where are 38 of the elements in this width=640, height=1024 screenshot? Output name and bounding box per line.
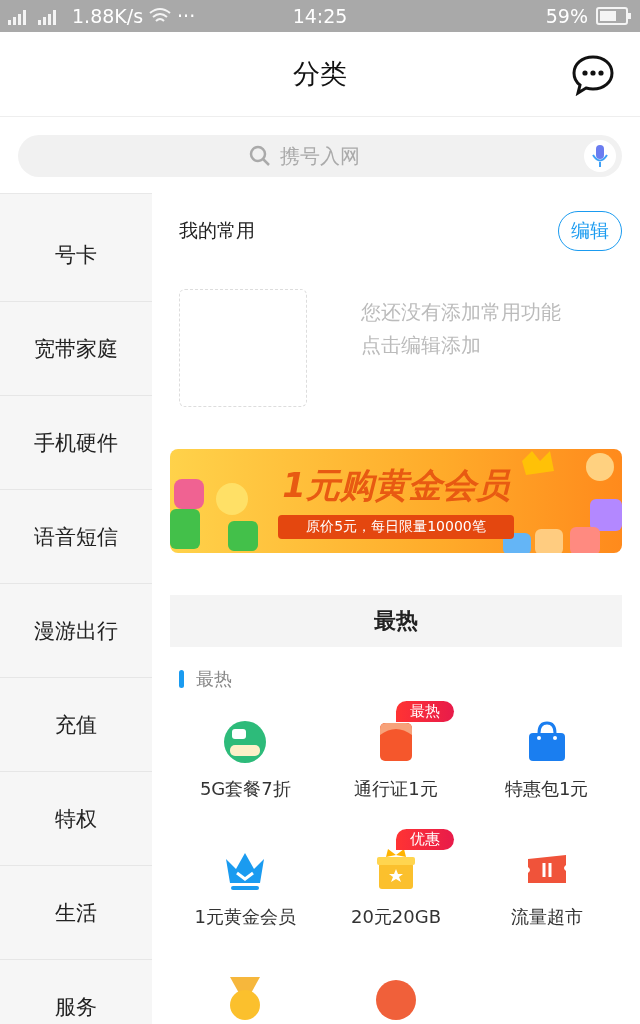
network-speed: 1.88K/s xyxy=(72,5,144,27)
service-item[interactable]: 流量超市 xyxy=(471,829,622,929)
clock-time: 14:25 xyxy=(292,5,348,27)
sidebar-item[interactable]: 漫游出行 xyxy=(0,584,152,678)
section-title: 我的常用 xyxy=(179,218,255,243)
service-item[interactable]: 1元黄金会员 xyxy=(170,829,321,929)
search-field[interactable]: 携号入网 xyxy=(278,143,392,169)
sidebar-item[interactable]: 手机硬件 xyxy=(0,396,152,490)
accent-bar xyxy=(179,670,184,688)
search-icon xyxy=(248,144,272,168)
service-item[interactable]: 5G套餐7折 xyxy=(170,701,321,801)
sidebar-item[interactable]: 充值 xyxy=(0,678,152,772)
banner-headline: 1元购黄金会员 xyxy=(282,464,510,507)
sidebar-item[interactable]: 服务 xyxy=(0,960,152,1024)
subsection-title: 最热 xyxy=(196,667,232,691)
microphone-icon xyxy=(592,144,608,168)
sidebar-item[interactable]: 号卡 xyxy=(0,208,152,302)
sidebar-item[interactable]: 生活 xyxy=(0,866,152,960)
battery-percent: 59% xyxy=(545,5,588,27)
battery-icon xyxy=(596,7,632,25)
page-title: 分类 xyxy=(293,57,347,91)
more-indicator: ··· xyxy=(177,5,196,27)
banner-subtitle: 原价5元，每日限量10000笔 xyxy=(278,515,514,539)
section-title: 最热 xyxy=(374,607,418,635)
chat-bubble-icon xyxy=(572,54,614,96)
empty-hint: 您还没有添加常用功能 xyxy=(361,299,561,326)
microphone-button[interactable] xyxy=(584,140,616,172)
service-item[interactable]: 最热 通行证1元 xyxy=(320,701,472,801)
sidebar-item[interactable]: 宽带家庭 xyxy=(0,302,152,396)
tag-badge: 优惠 xyxy=(396,829,454,850)
sidebar-item[interactable]: 语音短信 xyxy=(0,490,152,584)
service-item[interactable]: 特惠包1元 xyxy=(471,701,622,801)
tag-badge: 最热 xyxy=(396,701,454,722)
service-item[interactable]: 优惠 20元20GB xyxy=(320,829,472,929)
badge-icon xyxy=(222,719,269,765)
empty-hint: 点击编辑添加 xyxy=(361,332,482,359)
sidebar-item[interactable]: 特权 xyxy=(0,772,152,866)
message-button[interactable] xyxy=(572,54,614,96)
